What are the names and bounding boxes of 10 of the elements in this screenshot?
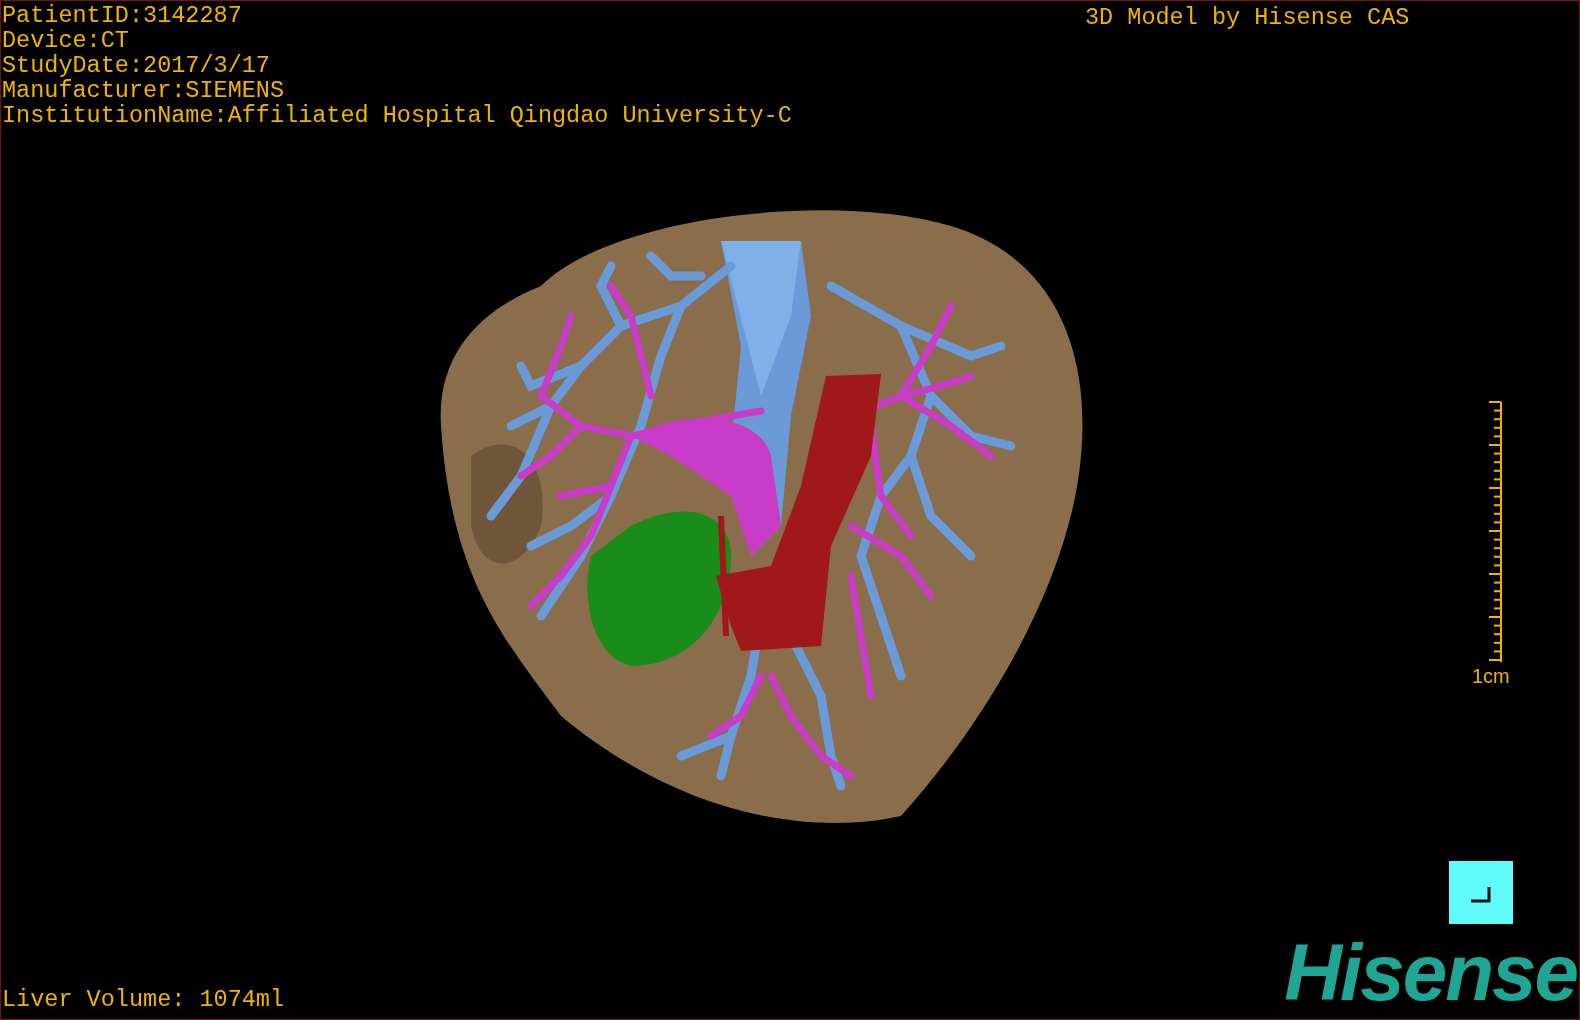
patient-info-text: Device:CT	[2, 28, 130, 53]
patient-info-text: InstitutionName:Affiliated Hospital Qingdao University-C	[2, 103, 792, 128]
patient-info-text: StudyDate:2017/3/17	[2, 53, 271, 78]
scale-label: 1cm	[1472, 665, 1510, 688]
patient-info-text: Manufacturer:SIEMENS	[2, 78, 286, 103]
brand-logo: Hisense	[1284, 933, 1577, 1013]
corner-button[interactable]	[1449, 861, 1513, 924]
patient-info-text: PatientID:3142287	[2, 3, 243, 28]
model-label: 3D Model by Hisense CAS	[1085, 5, 1410, 30]
liver-volume-text: Liver Volume: 1074ml	[2, 987, 285, 1012]
